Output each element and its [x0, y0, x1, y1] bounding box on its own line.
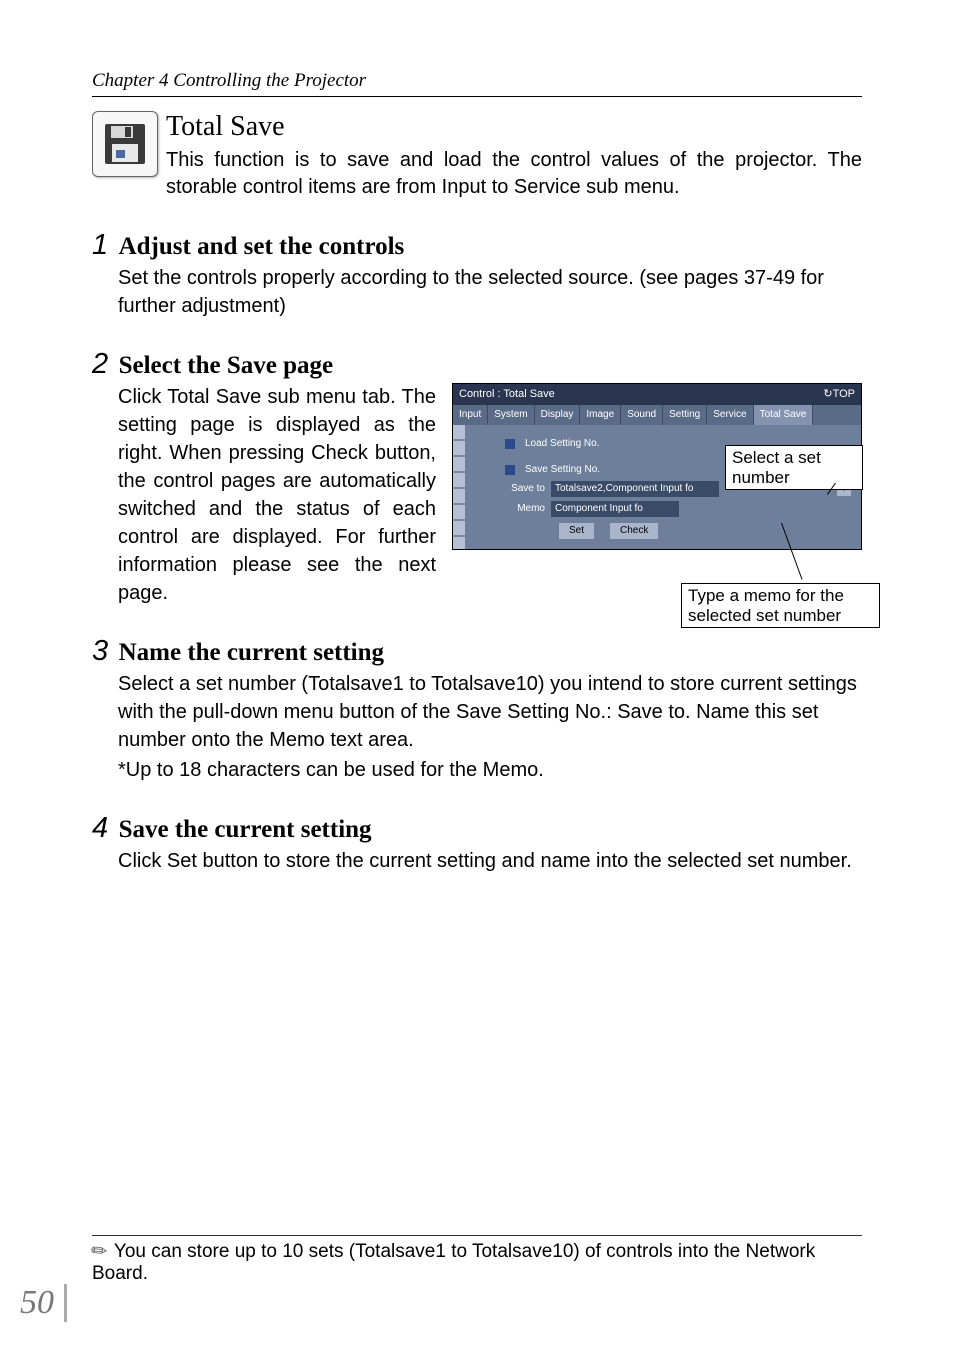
callout-set-number: Select a set number — [725, 445, 863, 490]
tab-system[interactable]: System — [488, 405, 534, 425]
step-title: Select the Save page — [119, 352, 334, 379]
load-setting-label: Load Setting No. — [525, 437, 600, 451]
tab-total-save[interactable]: Total Save — [754, 405, 814, 425]
section-body: This function is to save and load the co… — [166, 147, 862, 201]
step-body: Select a set number (Totalsave1 to Total… — [118, 670, 862, 754]
step-number: 4 — [92, 812, 108, 844]
check-button[interactable]: Check — [610, 523, 658, 539]
load-icon — [505, 439, 515, 449]
step-number: 1 — [92, 229, 108, 261]
footnote-separator — [92, 1235, 862, 1236]
step-number: 3 — [92, 635, 108, 667]
accordion-strip[interactable] — [453, 425, 465, 549]
screenshot-total-save: Control : Total Save ↻TOP Input System D… — [452, 383, 862, 607]
save-setting-label: Save Setting No. — [525, 463, 600, 477]
step-title: Name the current setting — [119, 639, 384, 666]
footnote: ✎You can store up to 10 sets (Totalsave1… — [92, 1240, 862, 1285]
memo-label: Memo — [505, 502, 545, 516]
set-button[interactable]: Set — [559, 523, 594, 539]
tab-setting[interactable]: Setting — [663, 405, 707, 425]
save-icon — [505, 465, 515, 475]
top-link[interactable]: ↻TOP — [823, 387, 855, 402]
step-body: Click Set button to store the current se… — [118, 847, 862, 875]
step-title: Save the current setting — [119, 816, 372, 843]
step-number: 2 — [92, 348, 108, 380]
floppy-disk-icon — [92, 111, 158, 177]
tab-input[interactable]: Input — [453, 405, 488, 425]
step-body: Set the controls properly according to t… — [118, 264, 862, 320]
step-body: Click Total Save sub menu tab. The setti… — [118, 383, 436, 607]
step-title: Adjust and set the controls — [119, 233, 405, 260]
section-title: Total Save — [166, 111, 862, 143]
save-to-field[interactable]: Totalsave2,Component Input fo — [551, 481, 719, 497]
tab-service[interactable]: Service — [707, 405, 753, 425]
callout-memo: Type a memo for the selected set number — [681, 583, 880, 628]
control-tabs: Input System Display Image Sound Setting… — [453, 405, 861, 425]
save-to-label: Save to — [505, 482, 545, 496]
tab-sound[interactable]: Sound — [621, 405, 663, 425]
window-title: Control : Total Save — [459, 387, 555, 402]
page-number: 50 — [20, 1284, 67, 1322]
tab-display[interactable]: Display — [535, 405, 581, 425]
pencil-icon: ✎ — [86, 1238, 113, 1266]
memo-field[interactable]: Component Input fo — [551, 501, 679, 517]
step-fineprint: *Up to 18 characters can be used for the… — [118, 756, 862, 784]
chapter-header: Chapter 4 Controlling the Projector — [92, 70, 862, 97]
tab-image[interactable]: Image — [580, 405, 621, 425]
